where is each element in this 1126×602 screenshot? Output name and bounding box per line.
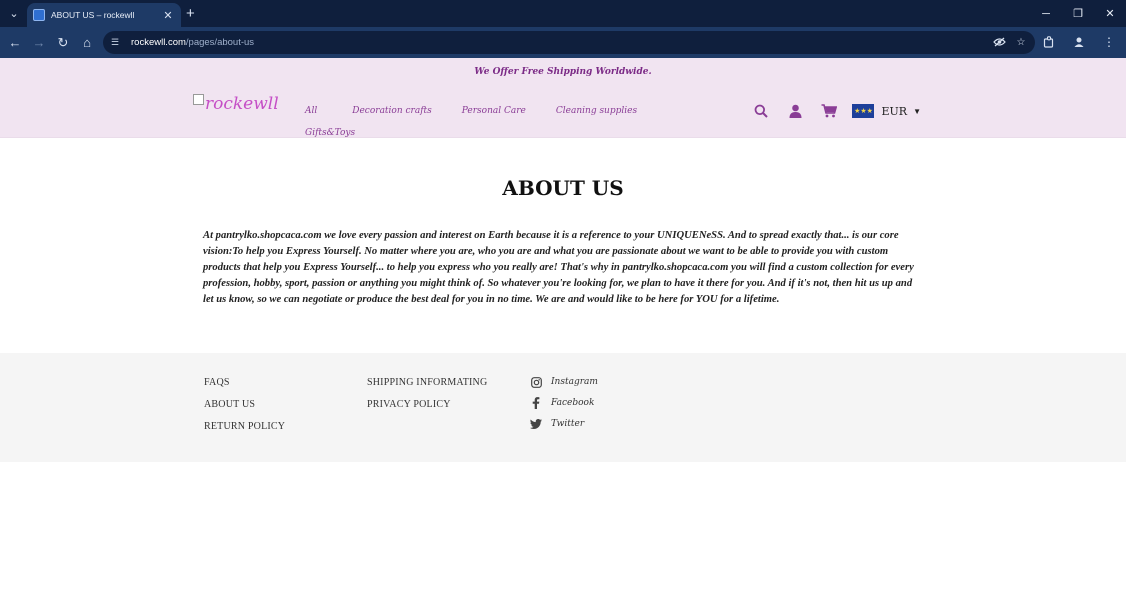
tab-close-icon[interactable]: ✕ <box>161 9 175 22</box>
footer-link-return-policy[interactable]: RETURN POLICY <box>204 421 285 432</box>
facebook-icon <box>530 397 542 409</box>
window-controls: ─ ❐ ✕ <box>1030 0 1126 27</box>
url-host: rockewll.com <box>131 37 186 48</box>
home-icon[interactable]: ⌂ <box>75 31 99 55</box>
announcement-bar: We Offer Free Shipping Worldwide. <box>0 58 1126 86</box>
footer-links-col-1: FAQS ABOUT US RETURN POLICY <box>204 377 285 443</box>
forward-arrow-icon[interactable]: → <box>27 31 51 55</box>
account-user-icon[interactable] <box>784 100 806 122</box>
tracking-protection-eye-icon[interactable] <box>991 34 1007 50</box>
announcement-text: We Offer Free Shipping Worldwide. <box>474 67 652 77</box>
extensions-puzzle-icon[interactable] <box>1038 31 1060 53</box>
social-label: Facebook <box>551 398 595 408</box>
main-content: ABOUT US At pantrylko.shopcaca.com we lo… <box>0 138 1126 353</box>
twitter-icon <box>530 418 542 430</box>
bookmark-star-icon[interactable]: ☆ <box>1013 34 1029 50</box>
instagram-icon <box>530 376 542 388</box>
footer-link-privacy-policy[interactable]: PRIVACY POLICY <box>367 399 487 410</box>
about-us-text: At pantrylko.shopcaca.com we love every … <box>203 230 914 305</box>
search-icon[interactable] <box>750 100 772 122</box>
restore-icon[interactable]: ❐ <box>1062 0 1094 27</box>
reload-icon[interactable]: ↻ <box>51 31 75 55</box>
social-instagram[interactable]: Instagram <box>530 376 598 388</box>
address-bar[interactable]: ☰ rockewll.com/pages/about-us ☆ <box>103 31 1035 54</box>
cart-icon[interactable] <box>818 100 840 122</box>
tab-search-dropdown-icon[interactable]: ⌄ <box>3 3 25 25</box>
browser-tab-active[interactable]: ABOUT US – rockewll ✕ <box>27 3 181 27</box>
browser-tab-bar: ⌄ ABOUT US – rockewll ✕ + ─ ❐ ✕ <box>0 0 1126 27</box>
footer-link-about-us[interactable]: ABOUT US <box>204 399 285 410</box>
window-close-icon[interactable]: ✕ <box>1094 0 1126 27</box>
footer-link-shipping[interactable]: SHIPPING INFORMATING <box>367 377 487 388</box>
minimize-icon[interactable]: ─ <box>1030 0 1062 27</box>
site-info-icon[interactable]: ☰ <box>111 37 123 48</box>
nav-item-personal-care[interactable]: Personal Care <box>462 106 526 116</box>
tab-title: ABOUT US – rockewll <box>51 10 135 20</box>
logo-text: rockewll <box>205 94 279 114</box>
social-label: Twitter <box>551 419 585 429</box>
main-nav: All Decoration crafts Personal Care Clea… <box>305 106 667 116</box>
broken-image-icon <box>193 94 204 105</box>
eu-flag-icon[interactable]: ★★★ <box>852 104 875 118</box>
footer-link-faqs[interactable]: FAQS <box>204 377 285 388</box>
social-label: Instagram <box>551 377 598 387</box>
nav-item-decoration-crafts[interactable]: Decoration crafts <box>352 106 432 116</box>
browser-toolbar: ← → ↻ ⌂ ☰ rockewll.com/pages/about-us ☆ … <box>0 27 1126 58</box>
back-arrow-icon[interactable]: ← <box>3 31 27 55</box>
site-header: rockewll All Decoration crafts Personal … <box>0 86 1126 138</box>
page-title: ABOUT US <box>502 176 624 200</box>
site-favicon-icon <box>33 9 45 21</box>
site-logo[interactable]: rockewll <box>193 94 279 114</box>
new-tab-plus-icon[interactable]: + <box>186 5 195 22</box>
site-footer: FAQS ABOUT US RETURN POLICY SHIPPING INF… <box>0 353 1126 462</box>
profile-avatar-icon[interactable] <box>1068 31 1090 53</box>
nav-item-gifts-toys[interactable]: Gifts&Toys <box>305 128 355 138</box>
currency-selector[interactable]: EUR <box>881 105 907 118</box>
browser-menu-kebab-icon[interactable]: ⋮ <box>1098 31 1120 53</box>
chevron-down-icon[interactable]: ▼ <box>913 107 921 116</box>
header-actions: ★★★ EUR ▼ <box>738 100 921 122</box>
nav-item-cleaning-supplies[interactable]: Cleaning supplies <box>556 106 637 116</box>
social-facebook[interactable]: Facebook <box>530 397 598 409</box>
social-twitter[interactable]: Twitter <box>530 418 598 430</box>
footer-links-col-2: SHIPPING INFORMATING PRIVACY POLICY <box>367 377 487 421</box>
footer-social-links: Instagram Facebook Twitter <box>530 376 598 439</box>
nav-item-all[interactable]: All <box>305 106 317 116</box>
url-path: /pages/about-us <box>185 37 255 48</box>
